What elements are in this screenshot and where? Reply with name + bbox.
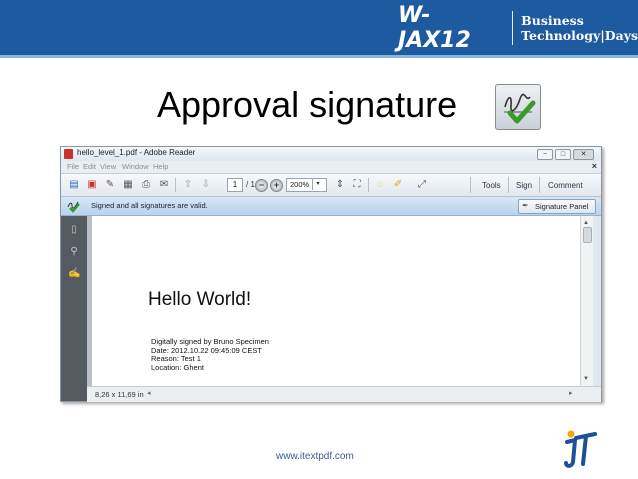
edit-icon[interactable]: ✎ <box>103 178 117 192</box>
tab-tools[interactable]: Tools <box>482 181 501 190</box>
brand-line-2: Technology|Days <box>521 28 638 43</box>
header-divider <box>0 55 638 58</box>
vertical-scrollbar[interactable]: ▲ ▼ <box>580 216 593 386</box>
email-icon[interactable]: ✉ <box>157 178 171 192</box>
tab-separator <box>508 177 509 193</box>
minimize-button[interactable]: − <box>537 149 553 160</box>
page-number-input[interactable]: 1 <box>227 178 243 192</box>
menu-bar: File Edit View Window Help × <box>61 161 601 174</box>
brand-text: Business Technology|Days <box>521 13 638 43</box>
brand-separator <box>512 11 514 45</box>
toolbar-separator <box>368 178 369 192</box>
valid-signature-icon <box>67 201 80 213</box>
wjax-logo: W-JAX12 <box>398 3 502 53</box>
zoom-in-button[interactable]: + <box>270 179 283 192</box>
scroll-right-icon[interactable]: ▸ <box>569 389 573 397</box>
tab-separator <box>470 177 471 193</box>
navigation-pane: ▯ ⚲ ✍ <box>61 216 87 401</box>
signature-appearance[interactable]: Digitally signed by Bruno Specimen Date:… <box>151 337 269 372</box>
menu-window[interactable]: Window <box>122 162 149 171</box>
zoom-out-button[interactable]: − <box>255 179 268 192</box>
window-titlebar: hello_level_1.pdf - Adobe Reader − □ ✕ <box>61 147 601 161</box>
tab-sign[interactable]: Sign <box>516 181 532 190</box>
scroll-left-icon[interactable]: ◂ <box>147 389 151 397</box>
page-size: 8,26 x 11,69 in <box>95 390 144 399</box>
page-total: / 1 <box>246 180 255 189</box>
signatures-icon[interactable]: ✍ <box>68 268 80 280</box>
print-icon[interactable]: ⎙ <box>139 178 153 192</box>
signature-approved-icon <box>495 84 541 130</box>
previous-page-icon[interactable]: ⇧ <box>181 178 195 192</box>
signature-status-message: Signed and all signatures are valid. <box>91 201 208 210</box>
signature-panel-button[interactable]: ✒ Signature Panel <box>518 199 596 214</box>
pen-icon: ✒ <box>522 201 529 210</box>
signature-status-bar: Signed and all signatures are valid. ✒ S… <box>61 197 601 216</box>
slide-title: Approval signature <box>157 84 458 125</box>
scroll-up-icon[interactable]: ▲ <box>583 220 589 226</box>
footer-url[interactable]: www.itextpdf.com <box>276 451 354 462</box>
save-icon[interactable]: ▦ <box>121 178 135 192</box>
expand-icon[interactable]: ⤢ <box>415 178 429 192</box>
tab-separator <box>539 177 540 193</box>
attachments-icon[interactable]: ⚲ <box>68 246 80 258</box>
wjax-logo-text: W-JAX12 <box>398 3 471 53</box>
create-pdf-icon[interactable]: ▣ <box>85 178 99 192</box>
brand-line-1: Business <box>521 13 584 28</box>
highlight-icon[interactable]: ✐ <box>391 178 405 192</box>
tab-comment[interactable]: Comment <box>548 181 583 190</box>
brand-logo: W-JAX12 Business Technology|Days <box>398 3 638 53</box>
page-thumbnails-icon[interactable]: ▯ <box>68 224 80 236</box>
itext-logo <box>564 430 597 468</box>
adobe-reader-window: hello_level_1.pdf - Adobe Reader − □ ✕ F… <box>60 146 602 402</box>
open-icon[interactable]: ▤ <box>67 178 81 192</box>
pdf-file-icon <box>64 149 73 159</box>
menu-view[interactable]: View <box>100 162 116 171</box>
document-heading: Hello World! <box>148 289 252 310</box>
maximize-button[interactable]: □ <box>555 149 571 160</box>
menu-help[interactable]: Help <box>153 162 168 171</box>
toolbar-separator <box>175 178 176 192</box>
scroll-down-icon[interactable]: ▼ <box>583 376 589 382</box>
window-title: hello_level_1.pdf - Adobe Reader <box>77 148 196 157</box>
next-page-icon[interactable]: ⇩ <box>199 178 213 192</box>
signature-line: Location: Ghent <box>151 362 204 372</box>
status-bar: 8,26 x 11,69 in ◂ ▸ <box>87 386 601 402</box>
signature-panel-label: Signature Panel <box>535 202 589 211</box>
close-document-icon[interactable]: × <box>592 161 597 171</box>
menu-file[interactable]: File <box>67 162 79 171</box>
scroll-thumb[interactable] <box>583 227 592 243</box>
menu-edit[interactable]: Edit <box>83 162 96 171</box>
comment-icon[interactable]: ◌ <box>373 178 387 192</box>
fit-page-icon[interactable]: ⛶ <box>350 178 364 192</box>
close-window-button[interactable]: ✕ <box>573 149 594 160</box>
zoom-dropdown-icon[interactable]: ▾ <box>312 178 323 190</box>
fit-width-icon[interactable]: ⇕ <box>333 178 347 192</box>
